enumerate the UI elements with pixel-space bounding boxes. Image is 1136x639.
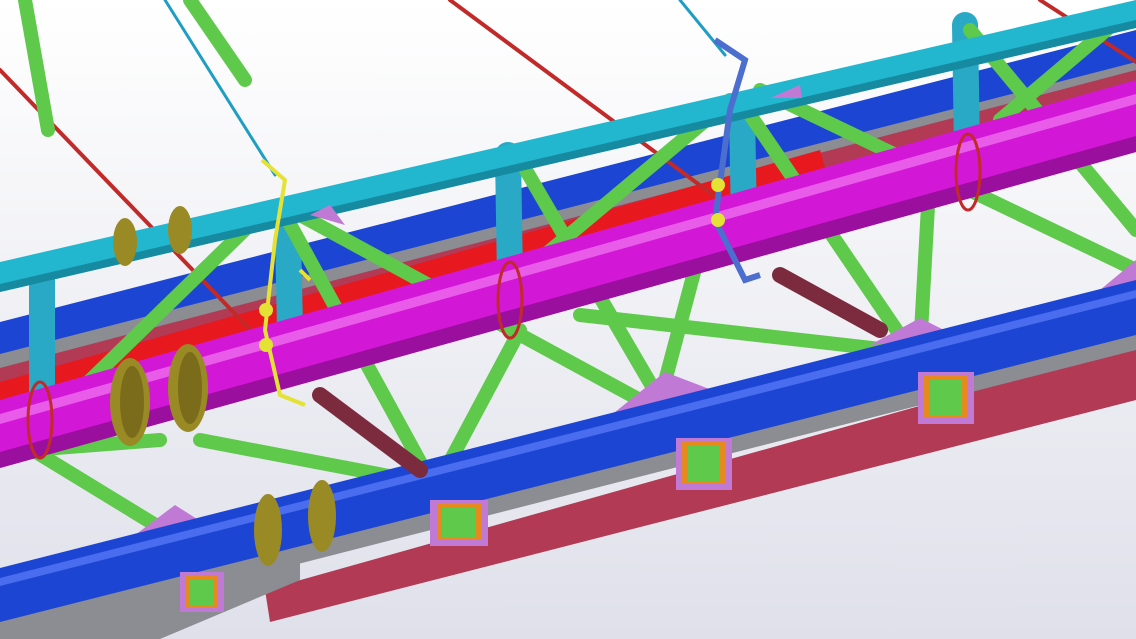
support-node[interactable] [430,500,488,546]
vertical-post[interactable] [275,222,303,343]
pipe-flange-face [178,352,202,424]
truss-3d-view[interactable] [0,0,1136,639]
pipe-flange[interactable] [168,206,192,254]
pipe-flange-face [120,366,144,438]
clamp-bolt [711,178,725,192]
clamp-bolt [711,213,725,227]
model-viewport[interactable] [0,0,1136,639]
clamp-bolt [259,338,273,352]
support-node[interactable] [180,572,224,612]
support-node[interactable] [676,438,732,490]
pipe-flange[interactable] [254,494,282,566]
pipe-flange[interactable] [113,218,137,266]
clamp-bolt [259,303,273,317]
support-node[interactable] [918,372,974,424]
pipe-flange[interactable] [308,480,336,552]
